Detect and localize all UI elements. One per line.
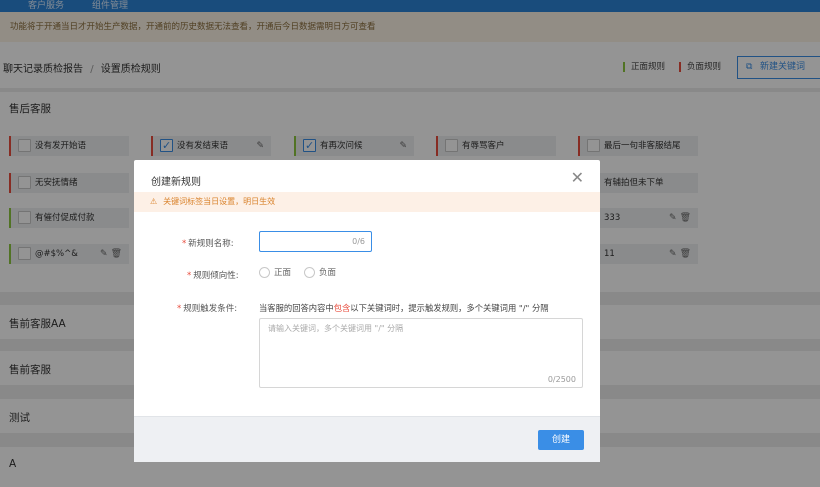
close-icon[interactable]: ✕ — [571, 168, 584, 187]
keywords-char-counter: 0/2500 — [547, 375, 576, 384]
keywords-placeholder: 请输入关键词，多个关键词用 "/" 分隔 — [268, 324, 404, 333]
name-char-counter: 0/6 — [352, 237, 365, 246]
warning-text: 关键词标签当日设置，明日生效 — [163, 197, 276, 206]
warning-banner: ⚠ 关键词标签当日设置，明日生效 — [134, 192, 600, 212]
rule-name-input[interactable]: 0/6 — [259, 231, 372, 252]
dialog-footer: 创建 — [134, 416, 600, 462]
create-button[interactable]: 创建 — [538, 430, 584, 450]
keywords-textarea[interactable]: 请输入关键词，多个关键词用 "/" 分隔 0/2500 — [259, 318, 583, 388]
contains-highlight: 包含 — [333, 303, 351, 313]
warning-icon: ⚠ — [150, 197, 158, 206]
condition-description: 当客服的回答内容中包含以下关键词时，提示触发规则，多个关键词用 "/" 分隔 — [259, 303, 549, 313]
condition-field-label: * 规则触发条件: — [177, 304, 238, 314]
radio-negative[interactable]: 负面 — [304, 266, 336, 278]
name-field-label: * 新规则名称: — [182, 239, 234, 249]
create-rule-dialog: 创建新规则 ✕ ⚠ 关键词标签当日设置，明日生效 * 新规则名称: 0/6 * 规则倾… — [134, 160, 600, 462]
polarity-field-label: * 规则倾向性: — [187, 271, 239, 281]
dialog-title: 创建新规则 — [151, 177, 201, 188]
radio-positive[interactable]: 正面 — [259, 266, 291, 278]
